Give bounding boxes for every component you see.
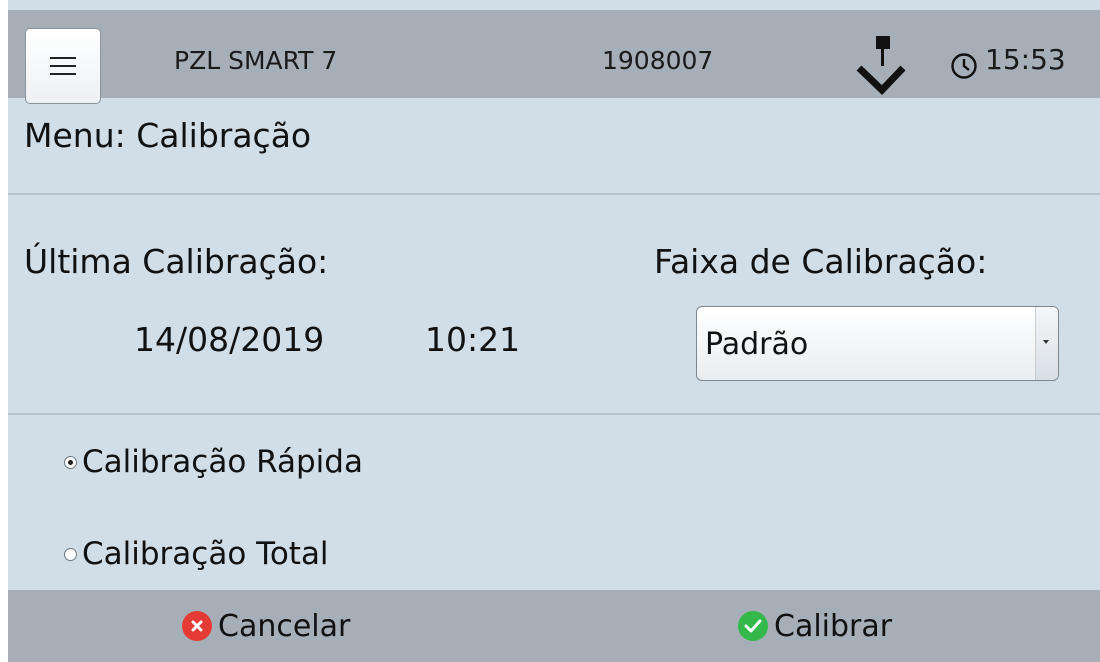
top-bar: PZL SMART 7 1908007 15:53 — [8, 10, 1100, 104]
cancel-label: Cancelar — [218, 608, 351, 644]
last-calibration-date: 14/08/2019 — [134, 320, 325, 359]
divider — [8, 413, 1100, 415]
calibrate-label: Calibrar — [774, 608, 893, 644]
radio-unchecked-icon[interactable] — [64, 547, 77, 561]
download-arrow-icon — [856, 36, 906, 95]
full-calibration-label: Calibração Total — [82, 536, 329, 572]
device-name: PZL SMART 7 — [174, 46, 338, 75]
bottom-bar: Cancelar Calibrar — [8, 590, 1100, 662]
calibration-range-label: Faixa de Calibração: — [654, 242, 988, 281]
last-calibration-time: 10:21 — [425, 320, 521, 359]
hamburger-icon — [50, 57, 76, 75]
quick-calibration-option[interactable]: Calibração Rápida — [64, 444, 363, 480]
clock-icon — [951, 53, 977, 79]
calibration-screen: PZL SMART 7 1908007 15:53 Menu: Calibraç… — [8, 0, 1100, 662]
calibration-range-select[interactable]: Padrão — [696, 306, 1059, 381]
page-title: Menu: Calibração — [24, 116, 312, 155]
full-calibration-option[interactable]: Calibração Total — [64, 536, 329, 572]
last-calibration-label: Última Calibração: — [24, 242, 329, 281]
divider — [8, 193, 1100, 195]
calibrate-button[interactable]: Calibrar — [738, 590, 892, 662]
checkmark-icon — [738, 611, 768, 641]
clock-time: 15:53 — [985, 43, 1066, 76]
radio-checked-icon[interactable] — [64, 455, 77, 469]
dropdown-arrow-icon — [1035, 307, 1058, 380]
menu-button[interactable] — [25, 28, 101, 104]
calibration-range-value: Padrão — [705, 327, 809, 362]
quick-calibration-label: Calibração Rápida — [82, 444, 363, 480]
serial-number: 1908007 — [602, 46, 714, 75]
cancel-button[interactable]: Cancelar — [182, 590, 350, 662]
cancel-x-icon — [182, 611, 212, 641]
